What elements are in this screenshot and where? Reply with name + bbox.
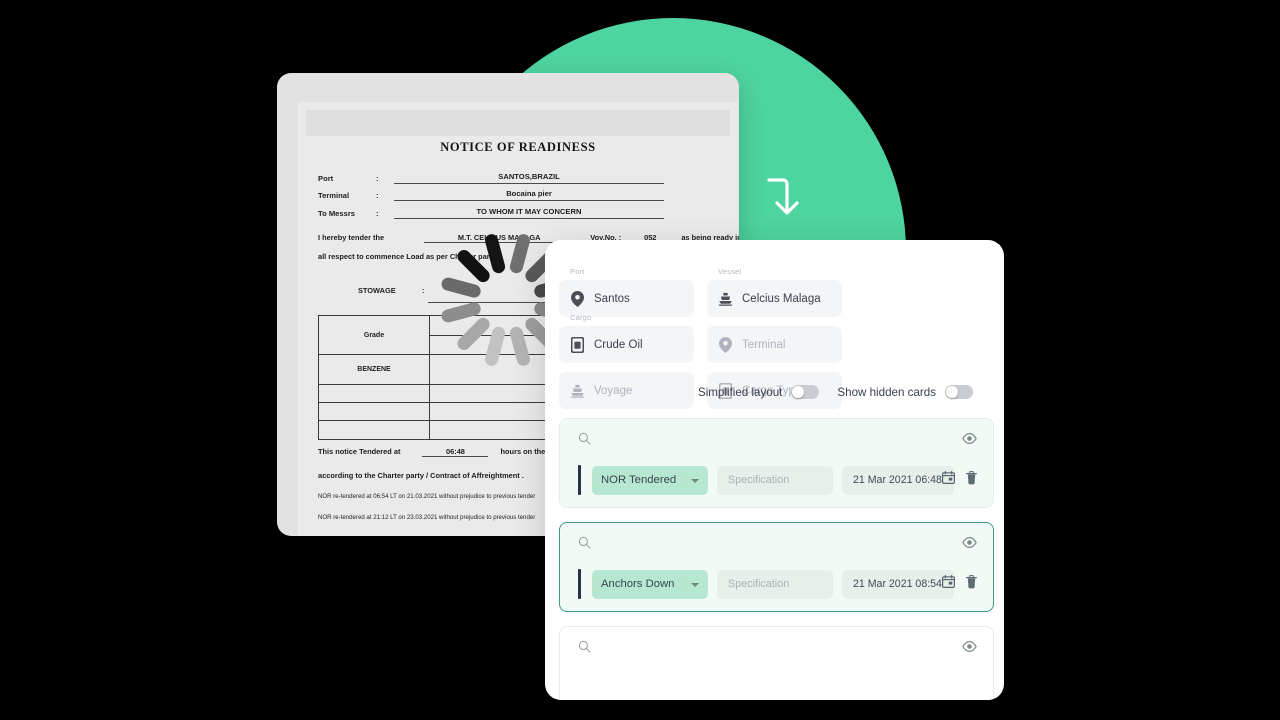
spinner-spoke (483, 325, 507, 368)
ship-icon (570, 383, 585, 399)
spinner-spoke (439, 276, 482, 300)
field-voyage[interactable]: Voyage (559, 372, 694, 409)
event-card[interactable]: Anchors Down Specification 21 Mar 2021 08:… (559, 522, 994, 612)
field-cargo[interactable]: Cargo Crude Oil (559, 313, 694, 363)
field-value: Terminal (742, 338, 786, 351)
field-terminal[interactable]: Terminal (707, 326, 842, 363)
spinner-spoke (439, 300, 482, 324)
eye-icon[interactable] (962, 535, 977, 553)
doc-field-label-to-messrs: To Messrs (318, 209, 355, 218)
eye-icon[interactable] (962, 431, 977, 449)
doc-table-grade-header: Grade (318, 314, 430, 356)
doc-field-colon-terminal: : (376, 191, 379, 200)
doc-tendered-time: 06:48 (422, 447, 489, 457)
event-card-header (560, 419, 993, 459)
doc-tender-prefix: I hereby tender the (318, 233, 385, 242)
search-icon[interactable] (578, 536, 591, 554)
toggle-label: Show hidden cards (837, 385, 936, 399)
spinner-spoke (507, 232, 531, 275)
spinner-spoke (507, 325, 531, 368)
spinner-spoke (454, 315, 492, 353)
event-cards-list: NOR Tendered Specification 21 Mar 2021 06:… (559, 418, 994, 700)
doc-field-colon-port: : (376, 174, 379, 183)
toggle-knob (946, 386, 958, 398)
event-accent-bar (578, 465, 581, 495)
specification-placeholder: Specification (728, 578, 790, 590)
event-card[interactable] (559, 626, 994, 700)
event-card-row: NOR Tendered Specification 21 Mar 2021 06:… (578, 465, 978, 495)
event-form-panel[interactable]: Port Santos Vessel Celcius Malaga Cargo Crude… (545, 240, 1004, 700)
doc-table-blank-b1 (318, 401, 430, 422)
doc-stowage-label: STOWAGE (358, 286, 396, 295)
doc-table-grade-value: BENZENE (318, 354, 430, 385)
field-value: Santos (594, 292, 630, 305)
ship-icon (718, 291, 733, 307)
datetime-value: 21 Mar 2021 08:54 (853, 578, 942, 590)
calendar-icon[interactable] (941, 575, 955, 593)
toggle-knob (792, 386, 805, 398)
doc-field-value-port: SANTOS,BRAZIL (394, 172, 664, 184)
screenshot-stage: NOTICE OF READINESS Port : SANTOS,BRAZIL… (0, 0, 1280, 720)
doc-field-label-port: Port (318, 174, 334, 183)
doc-table-blank-a1 (318, 383, 430, 404)
calendar-icon[interactable] (941, 471, 955, 489)
field-caption: Port (570, 267, 585, 276)
spinner-spoke (483, 232, 507, 275)
field-value: Celcius Malaga (742, 292, 821, 305)
toggle-simplified-layout[interactable] (791, 385, 820, 399)
location-pin-icon (718, 336, 733, 353)
doc-tendered-prefix: This notice Tendered at (318, 447, 401, 456)
event-type-value: NOR Tendered (601, 474, 677, 486)
doc-tendered-line: This notice Tendered at 06:48 hours on t… (318, 447, 545, 457)
field-caption: Vessel (718, 267, 742, 276)
search-icon[interactable] (578, 432, 591, 450)
field-value: Crude Oil (594, 338, 643, 351)
search-icon[interactable] (578, 640, 591, 658)
toggles-row: Simplified layout Show hidden cards (698, 385, 982, 399)
trash-icon[interactable] (965, 470, 978, 490)
event-card-row: Anchors Down Specification 21 Mar 2021 08:… (578, 569, 978, 599)
event-type-select[interactable]: Anchors Down (592, 569, 708, 599)
doc-table-blank-c1 (318, 420, 430, 440)
eye-icon[interactable] (962, 639, 977, 657)
chevron-down-icon (691, 582, 699, 587)
doc-retender-line-1: NOR re-tendered at 06:54 LT on 21.03.202… (318, 493, 536, 500)
toggle-label: Simplified layout (697, 385, 783, 399)
document-header-band (306, 110, 730, 136)
document-title: NOTICE OF READINESS (440, 140, 596, 154)
datetime-input[interactable]: 21 Mar 2021 08:54 (842, 569, 955, 599)
location-pin-icon (570, 290, 585, 307)
field-value: Voyage (594, 384, 633, 397)
specification-input[interactable]: Specification (717, 465, 833, 495)
doc-field-value-terminal: Bocaina pier (394, 189, 664, 201)
datetime-value: 21 Mar 2021 06:48 (853, 474, 942, 486)
specification-placeholder: Specification (728, 474, 790, 486)
field-port[interactable]: Port Santos (559, 267, 694, 317)
spinner-spoke (454, 247, 492, 285)
trash-icon[interactable] (965, 574, 978, 594)
doc-field-colon-to-messrs: : (376, 209, 379, 218)
datetime-input[interactable]: 21 Mar 2021 06:48 (842, 465, 955, 495)
doc-charter-line: according to the Charter party / Contrac… (318, 471, 524, 480)
turn-down-arrow (757, 170, 813, 226)
doc-stowage-colon: : (422, 286, 425, 295)
specification-input[interactable]: Specification (717, 569, 833, 599)
doc-tendered-suffix: hours on the (500, 447, 546, 456)
doc-field-label-terminal: Terminal (318, 191, 350, 200)
event-card-header (560, 627, 993, 667)
cargo-drum-icon (570, 336, 585, 353)
field-vessel[interactable]: Vessel Celcius Malaga (707, 267, 842, 317)
event-type-select[interactable]: NOR Tendered (592, 465, 708, 495)
chevron-down-icon (691, 478, 699, 483)
field-caption: Cargo (570, 313, 592, 322)
event-card[interactable]: NOR Tendered Specification 21 Mar 2021 06:… (559, 418, 994, 508)
event-type-value: Anchors Down (601, 578, 675, 590)
doc-retender-line-2: NOR re-tendered at 21:12 LT on 23.03.202… (318, 514, 536, 521)
doc-field-value-to-messrs: TO WHOM IT MAY CONCERN (394, 207, 664, 219)
event-accent-bar (578, 569, 581, 599)
toggle-show-hidden-cards[interactable] (945, 385, 973, 399)
event-card-header (560, 523, 993, 563)
